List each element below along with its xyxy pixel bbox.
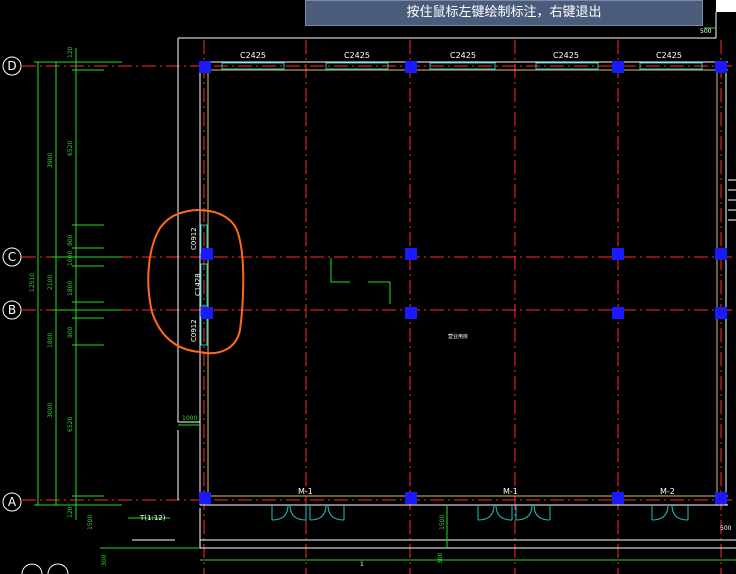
cad-drawing-canvas[interactable]: C2425 C2425 C2425 C2425 C2425 C0912 C142… — [0, 0, 736, 574]
door-label-3: M-2 — [660, 487, 675, 496]
dim-seg-1: 3900 — [47, 153, 54, 168]
column-B6[interactable] — [715, 307, 727, 319]
window-label-left-3: C0912 — [190, 319, 198, 342]
column-C3[interactable] — [405, 248, 417, 260]
axis-label-B: B — [8, 303, 16, 317]
dim-seg-4: 3000 — [47, 403, 54, 418]
dim-in-7: 6520 — [67, 417, 74, 432]
column-D3[interactable] — [405, 61, 417, 73]
column-A3[interactable] — [405, 492, 417, 504]
column-C1[interactable] — [201, 248, 213, 260]
command-prompt-tooltip: 按住鼠标左键绘制标注，右键退出 — [305, 0, 703, 26]
dim-in-3: 900 — [67, 234, 74, 246]
window-label-top-5: C2425 — [656, 51, 682, 60]
dim-500-a: 500 — [700, 28, 712, 35]
dim-in-1: 120 — [67, 46, 74, 58]
column-A1[interactable] — [199, 492, 211, 504]
dim-seg-2: 2100 — [47, 275, 54, 290]
door-label-2: M-1 — [503, 487, 518, 496]
corner-indicator — [716, 0, 736, 12]
dim-in-2: 6520 — [67, 141, 74, 156]
dim-seg-3: 1800 — [47, 333, 54, 348]
window-label-left-2: C1428 — [194, 273, 202, 296]
column-B3[interactable] — [405, 307, 417, 319]
column-D5[interactable] — [612, 61, 624, 73]
dim-300-b: 300 — [101, 554, 108, 566]
dim-1500-a: 1500 — [439, 515, 446, 530]
axis-label-D: D — [7, 59, 16, 73]
dim-1500-b: 1500 — [87, 515, 94, 530]
axis-label-A: A — [8, 495, 17, 509]
dim-in-8: 120 — [67, 506, 74, 518]
window-label-left-1: C0912 — [190, 227, 198, 250]
column-D6[interactable] — [715, 61, 727, 73]
column-D1[interactable] — [199, 61, 211, 73]
dim-total: 12510 — [29, 273, 36, 292]
dim-in-5: 1800 — [67, 281, 74, 296]
dim-in-6: 900 — [67, 326, 74, 338]
dim-1000: 1000 — [182, 415, 197, 422]
canvas-background — [0, 0, 736, 574]
dim-1: 1 — [360, 561, 364, 568]
window-label-top-4: C2425 — [553, 51, 579, 60]
bottom-stair-label: T(1:12) — [139, 514, 166, 522]
window-label-top-3: C2425 — [450, 51, 476, 60]
command-prompt-text: 按住鼠标左键绘制标注，右键退出 — [406, 5, 602, 20]
dim-500-b: 500 — [720, 525, 732, 532]
door-label-1: M-1 — [298, 487, 313, 496]
dim-in-4: 1000 — [67, 251, 74, 266]
window-label-top-1: C2425 — [240, 51, 266, 60]
window-label-top-2: C2425 — [344, 51, 370, 60]
axis-label-C: C — [8, 250, 16, 264]
room-label: 营业用房 — [448, 333, 468, 340]
column-A5[interactable] — [612, 492, 624, 504]
dim-300-a: 300 — [437, 552, 444, 564]
column-C5[interactable] — [612, 248, 624, 260]
column-C6[interactable] — [715, 248, 727, 260]
column-A6[interactable] — [715, 492, 727, 504]
column-B5[interactable] — [612, 307, 624, 319]
column-B1[interactable] — [201, 307, 213, 319]
